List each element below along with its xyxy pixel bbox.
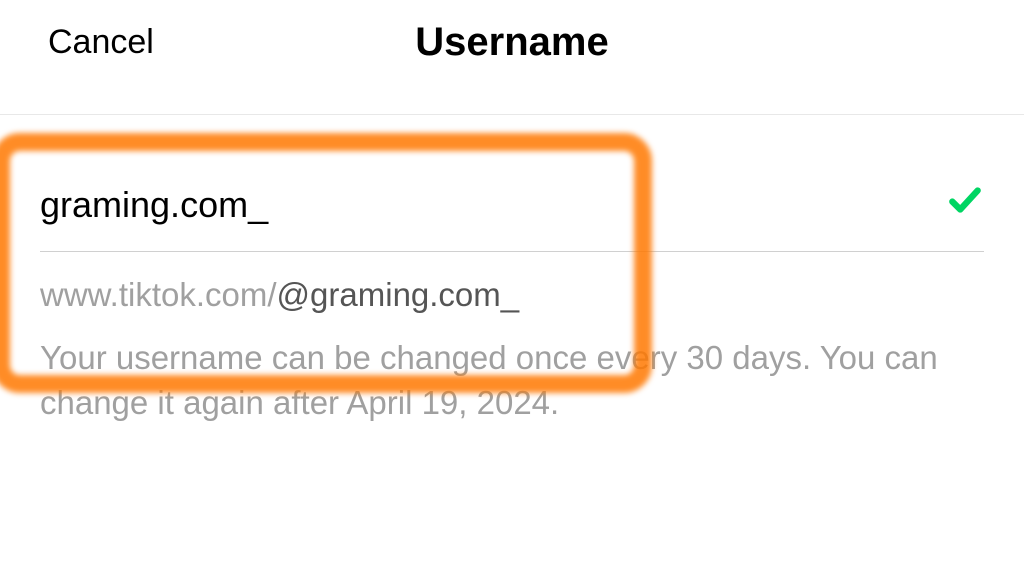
username-policy-text: Your username can be changed once every … (40, 324, 960, 425)
cancel-button[interactable]: Cancel (48, 23, 154, 62)
page-title: Username (415, 20, 608, 65)
profile-url-display: www.tiktok.com/@graming.com_ (40, 252, 984, 324)
url-handle: @graming.com_ (277, 276, 520, 313)
header-bar: Cancel Username (0, 0, 1024, 84)
username-input-row (40, 153, 984, 251)
username-input[interactable] (40, 184, 795, 226)
content-area: www.tiktok.com/@graming.com_ Your userna… (0, 153, 1024, 425)
header-divider (0, 114, 1024, 115)
checkmark-icon (946, 181, 984, 229)
url-prefix: www.tiktok.com/ (40, 276, 277, 313)
